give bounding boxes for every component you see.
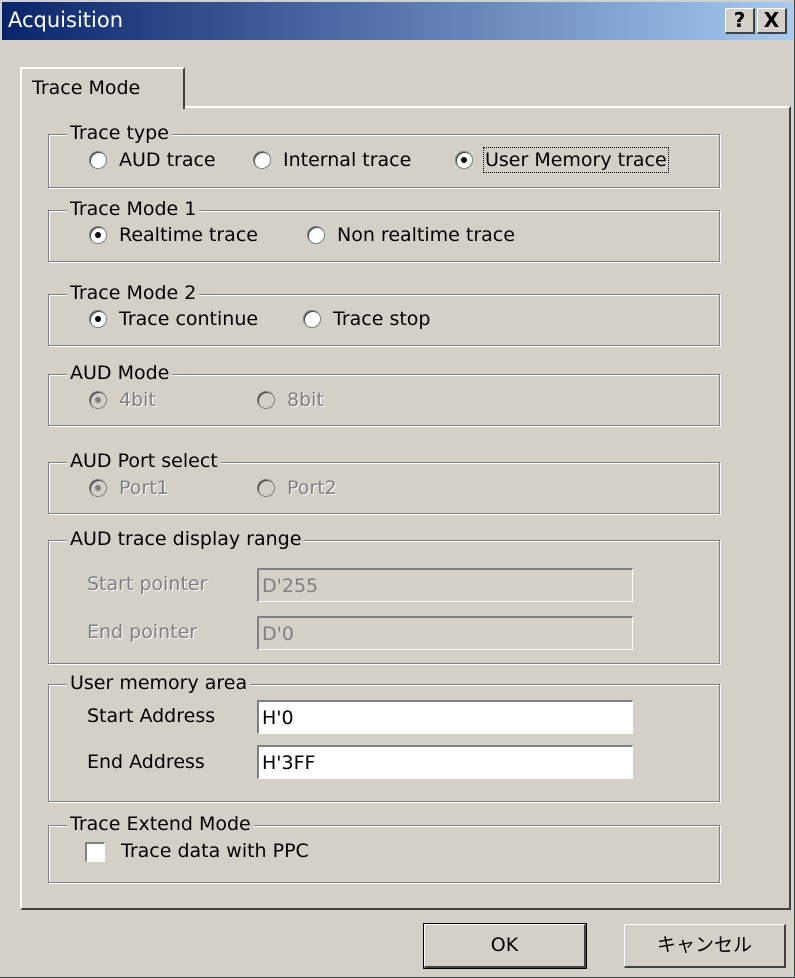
radio-8bit[interactable]: 8bit [257,389,324,411]
radio-circle [89,226,107,244]
radio-circle [253,151,271,169]
radio-port2[interactable]: Port2 [257,477,337,499]
radio-user-memory-trace[interactable]: User Memory trace [455,147,669,173]
radio-trace-stop[interactable]: Trace stop [303,308,430,330]
trace-extend-group: Trace Extend Mode Trace data with PPC [48,812,720,883]
aud-range-group: AUD trace display range Start pointer En… [48,527,720,664]
radio-label: 4bit [119,389,156,411]
radio-realtime-trace[interactable]: Realtime trace [89,224,258,246]
radio-circle [89,391,107,409]
radio-trace-continue[interactable]: Trace continue [89,308,258,330]
start-pointer-label: Start pointer [87,573,208,595]
radio-label: Trace continue [119,308,259,330]
radio-circle [89,310,107,328]
group-legend: User memory area [67,671,251,695]
ppc-checkbox[interactable] [85,842,105,862]
cancel-button[interactable]: キャンセル [624,924,786,968]
help-button[interactable]: ? [725,8,755,34]
group-legend: Trace Mode 2 [67,281,200,305]
radio-4bit[interactable]: 4bit [89,389,156,411]
radio-circle [455,151,473,169]
aud-mode-group: AUD Mode 4bit 8bit [48,361,720,426]
radio-circle [307,226,325,244]
tab-label: Trace Mode [32,77,141,99]
start-address-input[interactable] [257,700,633,734]
radio-circle [89,479,107,497]
radio-circle [303,310,321,328]
radio-label: Non realtime trace [337,224,515,246]
radio-non-realtime-trace[interactable]: Non realtime trace [307,224,515,246]
radio-label: AUD trace [119,149,216,171]
radio-port1[interactable]: Port1 [89,477,169,499]
group-legend: Trace Mode 1 [67,197,200,221]
trace-mode-2-group: Trace Mode 2 Trace continue Trace stop [48,281,720,346]
trace-mode-1-group: Trace Mode 1 Realtime trace Non realtime… [48,197,720,262]
group-legend: Trace type [67,121,172,145]
user-memory-group: User memory area Start Address End Addre… [48,671,720,802]
radio-label: Realtime trace [119,224,258,246]
acquisition-dialog: Acquisition ? X Trace Mode Trace type AU… [0,0,795,978]
close-button[interactable]: X [757,8,787,34]
aud-port-group: AUD Port select Port1 Port2 [48,449,720,514]
radio-label: Trace stop [333,308,431,330]
end-address-input[interactable] [257,745,633,779]
end-address-label: End Address [87,751,205,773]
group-legend: Trace Extend Mode [67,812,254,836]
group-legend: AUD Port select [67,449,221,473]
end-pointer-input[interactable] [257,616,633,650]
title-bar[interactable]: Acquisition ? X [2,2,793,40]
end-pointer-label: End pointer [87,621,198,643]
tab-trace-mode[interactable]: Trace Mode [20,67,185,109]
window-title: Acquisition [8,8,124,32]
radio-circle [89,151,107,169]
trace-type-group: Trace type AUD trace Internal trace User… [48,121,720,188]
radio-circle [257,479,275,497]
group-legend: AUD Mode [67,361,173,385]
radio-circle [257,391,275,409]
ok-button[interactable]: OK [423,923,587,969]
radio-internal-trace[interactable]: Internal trace [253,149,411,171]
radio-label: Internal trace [283,149,412,171]
start-pointer-input[interactable] [257,568,633,602]
radio-aud-trace[interactable]: AUD trace [89,149,216,171]
start-address-label: Start Address [87,705,216,727]
radio-label: 8bit [287,389,324,411]
radio-label: Port2 [287,477,337,499]
radio-label: Port1 [119,477,169,499]
group-legend: AUD trace display range [67,527,305,551]
radio-label: User Memory trace [483,147,669,173]
ppc-checkbox-label[interactable]: Trace data with PPC [121,840,309,862]
